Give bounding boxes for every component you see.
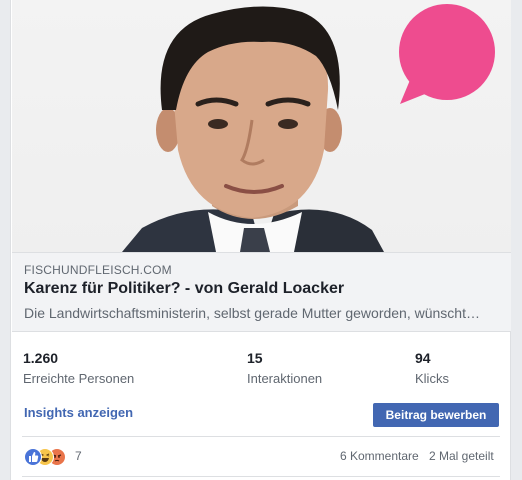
stat-clicks-label: Klicks xyxy=(415,371,449,386)
stat-interactions-value: 15 xyxy=(247,350,263,366)
stat-clicks-value: 94 xyxy=(415,350,431,366)
divider-bottom xyxy=(22,476,500,477)
like-icon xyxy=(24,448,42,466)
link-preview-image[interactable] xyxy=(12,0,511,253)
reaction-count: 7 xyxy=(75,449,82,463)
shares-count-link[interactable]: 2 Mal geteilt xyxy=(429,449,494,463)
stat-reach-label: Erreichte Personen xyxy=(23,371,135,386)
stat-interactions: 15 Interaktionen xyxy=(247,350,322,386)
stat-reach: 1.260 Erreichte Personen xyxy=(23,350,134,386)
portrait-photo xyxy=(122,4,495,252)
post-card: FISCHUNDFLEISCH.COM Karenz für Politiker… xyxy=(10,0,511,480)
left-eye xyxy=(208,119,228,129)
link-description: Die Landwirtschaftsministerin, selbst ge… xyxy=(24,305,480,321)
comments-count-link[interactable]: 6 Kommentare xyxy=(340,449,419,463)
divider xyxy=(22,436,500,437)
view-insights-link[interactable]: Insights anzeigen xyxy=(24,405,133,420)
right-eye xyxy=(278,119,298,129)
boost-post-button[interactable]: Beitrag bewerben xyxy=(373,403,499,427)
link-domain: FISCHUNDFLEISCH.COM xyxy=(24,263,172,277)
stat-reach-value: 1.260 xyxy=(23,350,59,366)
stat-clicks: 94 Klicks xyxy=(415,350,449,386)
link-preview-text[interactable]: FISCHUNDFLEISCH.COM Karenz für Politiker… xyxy=(12,253,511,332)
link-title[interactable]: Karenz für Politiker? - von Gerald Loack… xyxy=(24,280,344,298)
stat-interactions-label: Interaktionen xyxy=(247,371,323,386)
